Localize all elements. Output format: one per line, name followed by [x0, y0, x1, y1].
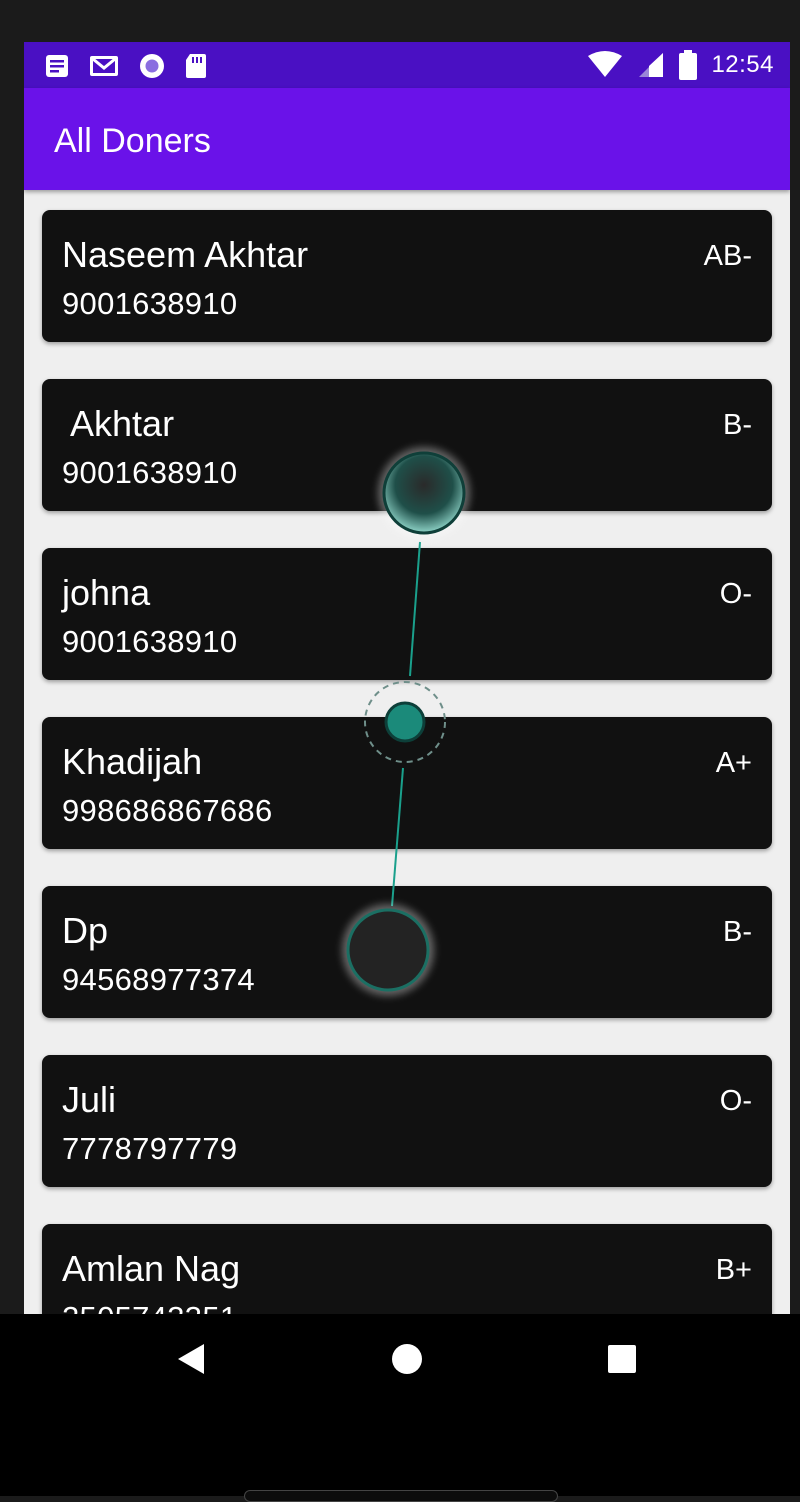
donor-name: Naseem Akhtar: [62, 234, 309, 275]
donor-blood-group: B-: [723, 916, 752, 948]
donor-phone: 94568977374: [62, 962, 255, 997]
donor-name: Khadijah: [62, 741, 203, 782]
donor-phone: 9001638910: [62, 286, 238, 321]
donor-card[interactable]: johna 9001638910 O-: [42, 548, 772, 680]
donor-card[interactable]: Naseem Akhtar 9001638910 AB-: [42, 210, 772, 342]
donor-card[interactable]: Amlan Nag 2505743351 B+: [42, 1224, 772, 1314]
status-bar: 12:54: [24, 42, 790, 88]
system-status: 12:54: [587, 50, 774, 80]
donor-name: Juli: [62, 1079, 117, 1120]
app-bar: All Doners: [24, 88, 790, 190]
donor-phone: 7778797779: [62, 1131, 238, 1166]
notification-icons: [44, 52, 208, 80]
status-time: 12:54: [711, 51, 774, 78]
donor-card[interactable]: Dp 94568977374 B-: [42, 886, 772, 1018]
donor-phone: 9001638910: [62, 455, 238, 490]
donor-card[interactable]: Khadijah 998686867686 A+: [42, 717, 772, 849]
notes-icon: [46, 55, 68, 77]
donor-phone: 998686867686: [62, 793, 273, 828]
donor-blood-group: O-: [719, 1085, 752, 1117]
donor-name: Amlan Nag: [62, 1248, 241, 1289]
donor-card[interactable]: Juli 7778797779 O-: [42, 1055, 772, 1187]
donor-blood-group: B+: [715, 1254, 752, 1286]
donor-blood-group: O-: [719, 578, 752, 610]
wifi-icon: [588, 51, 623, 77]
donor-blood-group: B-: [723, 409, 752, 441]
sd-card-icon: [186, 54, 206, 78]
battery-icon: [679, 50, 698, 80]
donor-blood-group: A+: [715, 747, 752, 779]
donor-name: johna: [62, 572, 151, 613]
donor-card[interactable]: Akhtar 9001638910 B-: [42, 379, 772, 511]
navigation-bar: [0, 1314, 800, 1496]
donor-name: Dp: [62, 910, 109, 951]
app-screen: 12:54 All Doners Naseem Akhtar 900163891…: [24, 42, 790, 1314]
home-icon[interactable]: [390, 1342, 424, 1376]
page-title: All Doners: [54, 122, 211, 160]
donor-name: Akhtar: [62, 403, 175, 444]
back-icon[interactable]: [174, 1342, 208, 1376]
donor-phone: 9001638910: [62, 624, 238, 659]
gmail-icon: [90, 56, 118, 76]
signal-icon: [639, 53, 664, 77]
recents-icon[interactable]: [607, 1344, 637, 1374]
donor-phone: 2505743351: [62, 1300, 237, 1314]
donor-blood-group: AB-: [703, 240, 752, 272]
gesture-pill: [244, 1490, 558, 1502]
circle-app-icon: [140, 54, 164, 78]
